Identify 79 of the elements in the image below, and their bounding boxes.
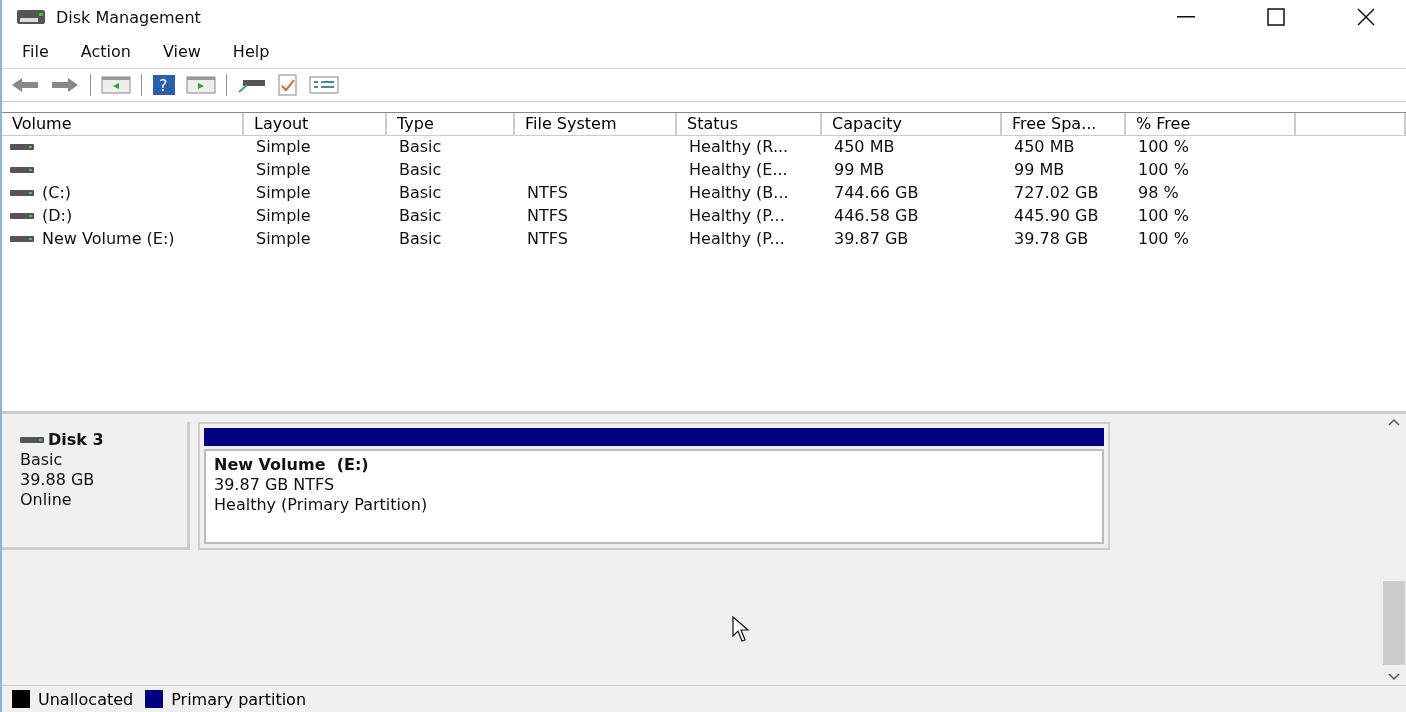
table-cell-text: 727.02 GB bbox=[1013, 183, 1100, 202]
table-cell-text: 99 MB bbox=[1013, 160, 1066, 179]
partition-size: 39.87 GB NTFS bbox=[214, 475, 336, 495]
column-header[interactable]: Capacity bbox=[822, 113, 1002, 136]
scroll-up-icon[interactable] bbox=[1388, 418, 1400, 426]
menu-item[interactable]: Help bbox=[222, 41, 280, 61]
table-cell-text: 39.87 GB bbox=[833, 229, 910, 248]
table-cell-text: 98 % bbox=[1137, 183, 1180, 202]
legend-label: Unallocated bbox=[38, 689, 134, 709]
maximize-icon bbox=[1267, 8, 1285, 26]
table-cell: New Volume (E:) bbox=[42, 229, 175, 248]
column-header[interactable]: Type bbox=[387, 113, 515, 136]
column-header[interactable]: Layout bbox=[244, 113, 387, 136]
table-cell-text: Healthy (P... bbox=[688, 229, 786, 248]
table-cell-text: Basic bbox=[398, 229, 443, 248]
table-cell-text: 100 % bbox=[1137, 229, 1190, 248]
forward-button[interactable] bbox=[50, 76, 80, 94]
scroll-down-icon[interactable] bbox=[1388, 673, 1400, 681]
table-cell-text: NTFS bbox=[526, 183, 569, 202]
drive-icon bbox=[10, 211, 34, 220]
table-cell-text: Basic bbox=[398, 206, 443, 225]
table-cell-text: Basic bbox=[398, 137, 443, 156]
table-cell-text: NTFS bbox=[526, 206, 569, 225]
disk-state: Online bbox=[20, 490, 73, 510]
table-cell-text: Simple bbox=[255, 160, 312, 179]
checklist-page-icon[interactable] bbox=[277, 74, 299, 96]
table-cell-text: 450 MB bbox=[1013, 137, 1076, 156]
table-cell-text: 744.66 GB bbox=[833, 183, 920, 202]
partition-status: Healthy (Primary Partition) bbox=[214, 495, 429, 515]
minimize-icon bbox=[1177, 16, 1195, 18]
help-button[interactable]: ? bbox=[152, 74, 176, 96]
table-cell-text: 450 MB bbox=[833, 137, 896, 156]
disk-name: Disk 3 bbox=[48, 430, 104, 450]
column-header[interactable]: File System bbox=[515, 113, 677, 136]
table-cell-text: 445.90 GB bbox=[1013, 206, 1100, 225]
table-cell-text: Healthy (B... bbox=[688, 183, 790, 202]
window-title: Disk Management bbox=[56, 7, 202, 27]
table-cell-text: Healthy (R... bbox=[688, 137, 790, 156]
column-header[interactable]: Free Spa... bbox=[1002, 113, 1126, 136]
table-cell-text: Basic bbox=[398, 183, 443, 202]
table-cell: (D:) bbox=[42, 206, 73, 225]
partition-block[interactable]: New Volume (E:) 39.87 GB NTFS Healthy (Primary Partition) bbox=[198, 422, 1110, 550]
menu-item[interactable]: View bbox=[152, 41, 211, 61]
disk-size: 39.88 GB bbox=[20, 470, 96, 490]
column-header[interactable]: Volume bbox=[2, 113, 244, 136]
panel-left-button[interactable] bbox=[101, 75, 131, 95]
disk-type: Basic bbox=[20, 450, 64, 470]
table-cell-text: 39.78 GB bbox=[1013, 229, 1090, 248]
panel-right-button[interactable] bbox=[186, 75, 216, 95]
table-cell-text: 99 MB bbox=[833, 160, 886, 179]
table-cell-text: Simple bbox=[255, 183, 312, 202]
menu-item[interactable]: Action bbox=[70, 41, 141, 61]
menu-item[interactable]: File bbox=[12, 41, 59, 61]
close-icon bbox=[1357, 8, 1375, 26]
table-cell-text: Simple bbox=[255, 137, 312, 156]
drive-icon bbox=[10, 188, 34, 197]
table-cell-text: 100 % bbox=[1137, 206, 1190, 225]
drive-icon bbox=[10, 234, 34, 243]
table-cell: (C:) bbox=[42, 183, 72, 202]
column-header[interactable]: Status bbox=[677, 113, 822, 136]
table-cell-text: Basic bbox=[398, 160, 443, 179]
legend-label: Primary partition bbox=[171, 689, 307, 709]
column-header[interactable]: % Free bbox=[1126, 113, 1296, 136]
drive-icon bbox=[20, 436, 44, 444]
partition-name: New Volume (E:) bbox=[214, 455, 370, 475]
list-view-icon[interactable] bbox=[309, 75, 339, 95]
table-cell-text: Simple bbox=[255, 229, 312, 248]
back-button[interactable] bbox=[10, 76, 40, 94]
table-cell-text: 446.58 GB bbox=[833, 206, 920, 225]
disk-drive-icon bbox=[16, 7, 46, 27]
disk-label-panel[interactable]: Disk 3 Basic 39.88 GB Online bbox=[2, 422, 190, 550]
drive-icon bbox=[10, 142, 34, 151]
table-cell-text: Healthy (P... bbox=[688, 206, 786, 225]
drive-icon bbox=[10, 165, 34, 174]
table-cell-text: 100 % bbox=[1137, 160, 1190, 179]
table-cell-text: Simple bbox=[255, 206, 312, 225]
table-cell-text: NTFS bbox=[526, 229, 569, 248]
table-cell-text: 100 % bbox=[1137, 137, 1190, 156]
table-cell-text: Healthy (E... bbox=[688, 160, 789, 179]
